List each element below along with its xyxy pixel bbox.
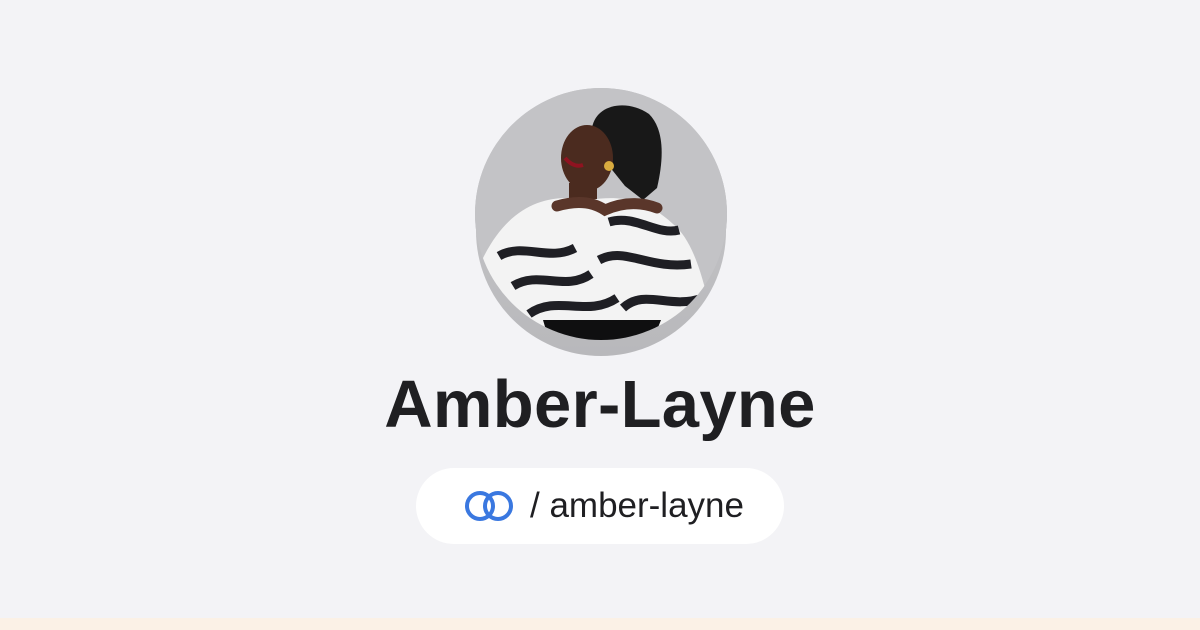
display-name: Amber-Layne xyxy=(384,367,816,442)
profile-photo xyxy=(475,88,727,340)
bottom-strip xyxy=(0,618,1200,630)
profile-handle-pill[interactable]: / amber-layne xyxy=(416,468,784,544)
linked-rings-icon xyxy=(465,491,513,521)
avatar xyxy=(475,88,727,340)
profile-handle: / amber-layne xyxy=(530,486,744,525)
avatar-container xyxy=(475,88,727,358)
profile-card: Amber-Layne / amber-layne xyxy=(0,0,1200,618)
